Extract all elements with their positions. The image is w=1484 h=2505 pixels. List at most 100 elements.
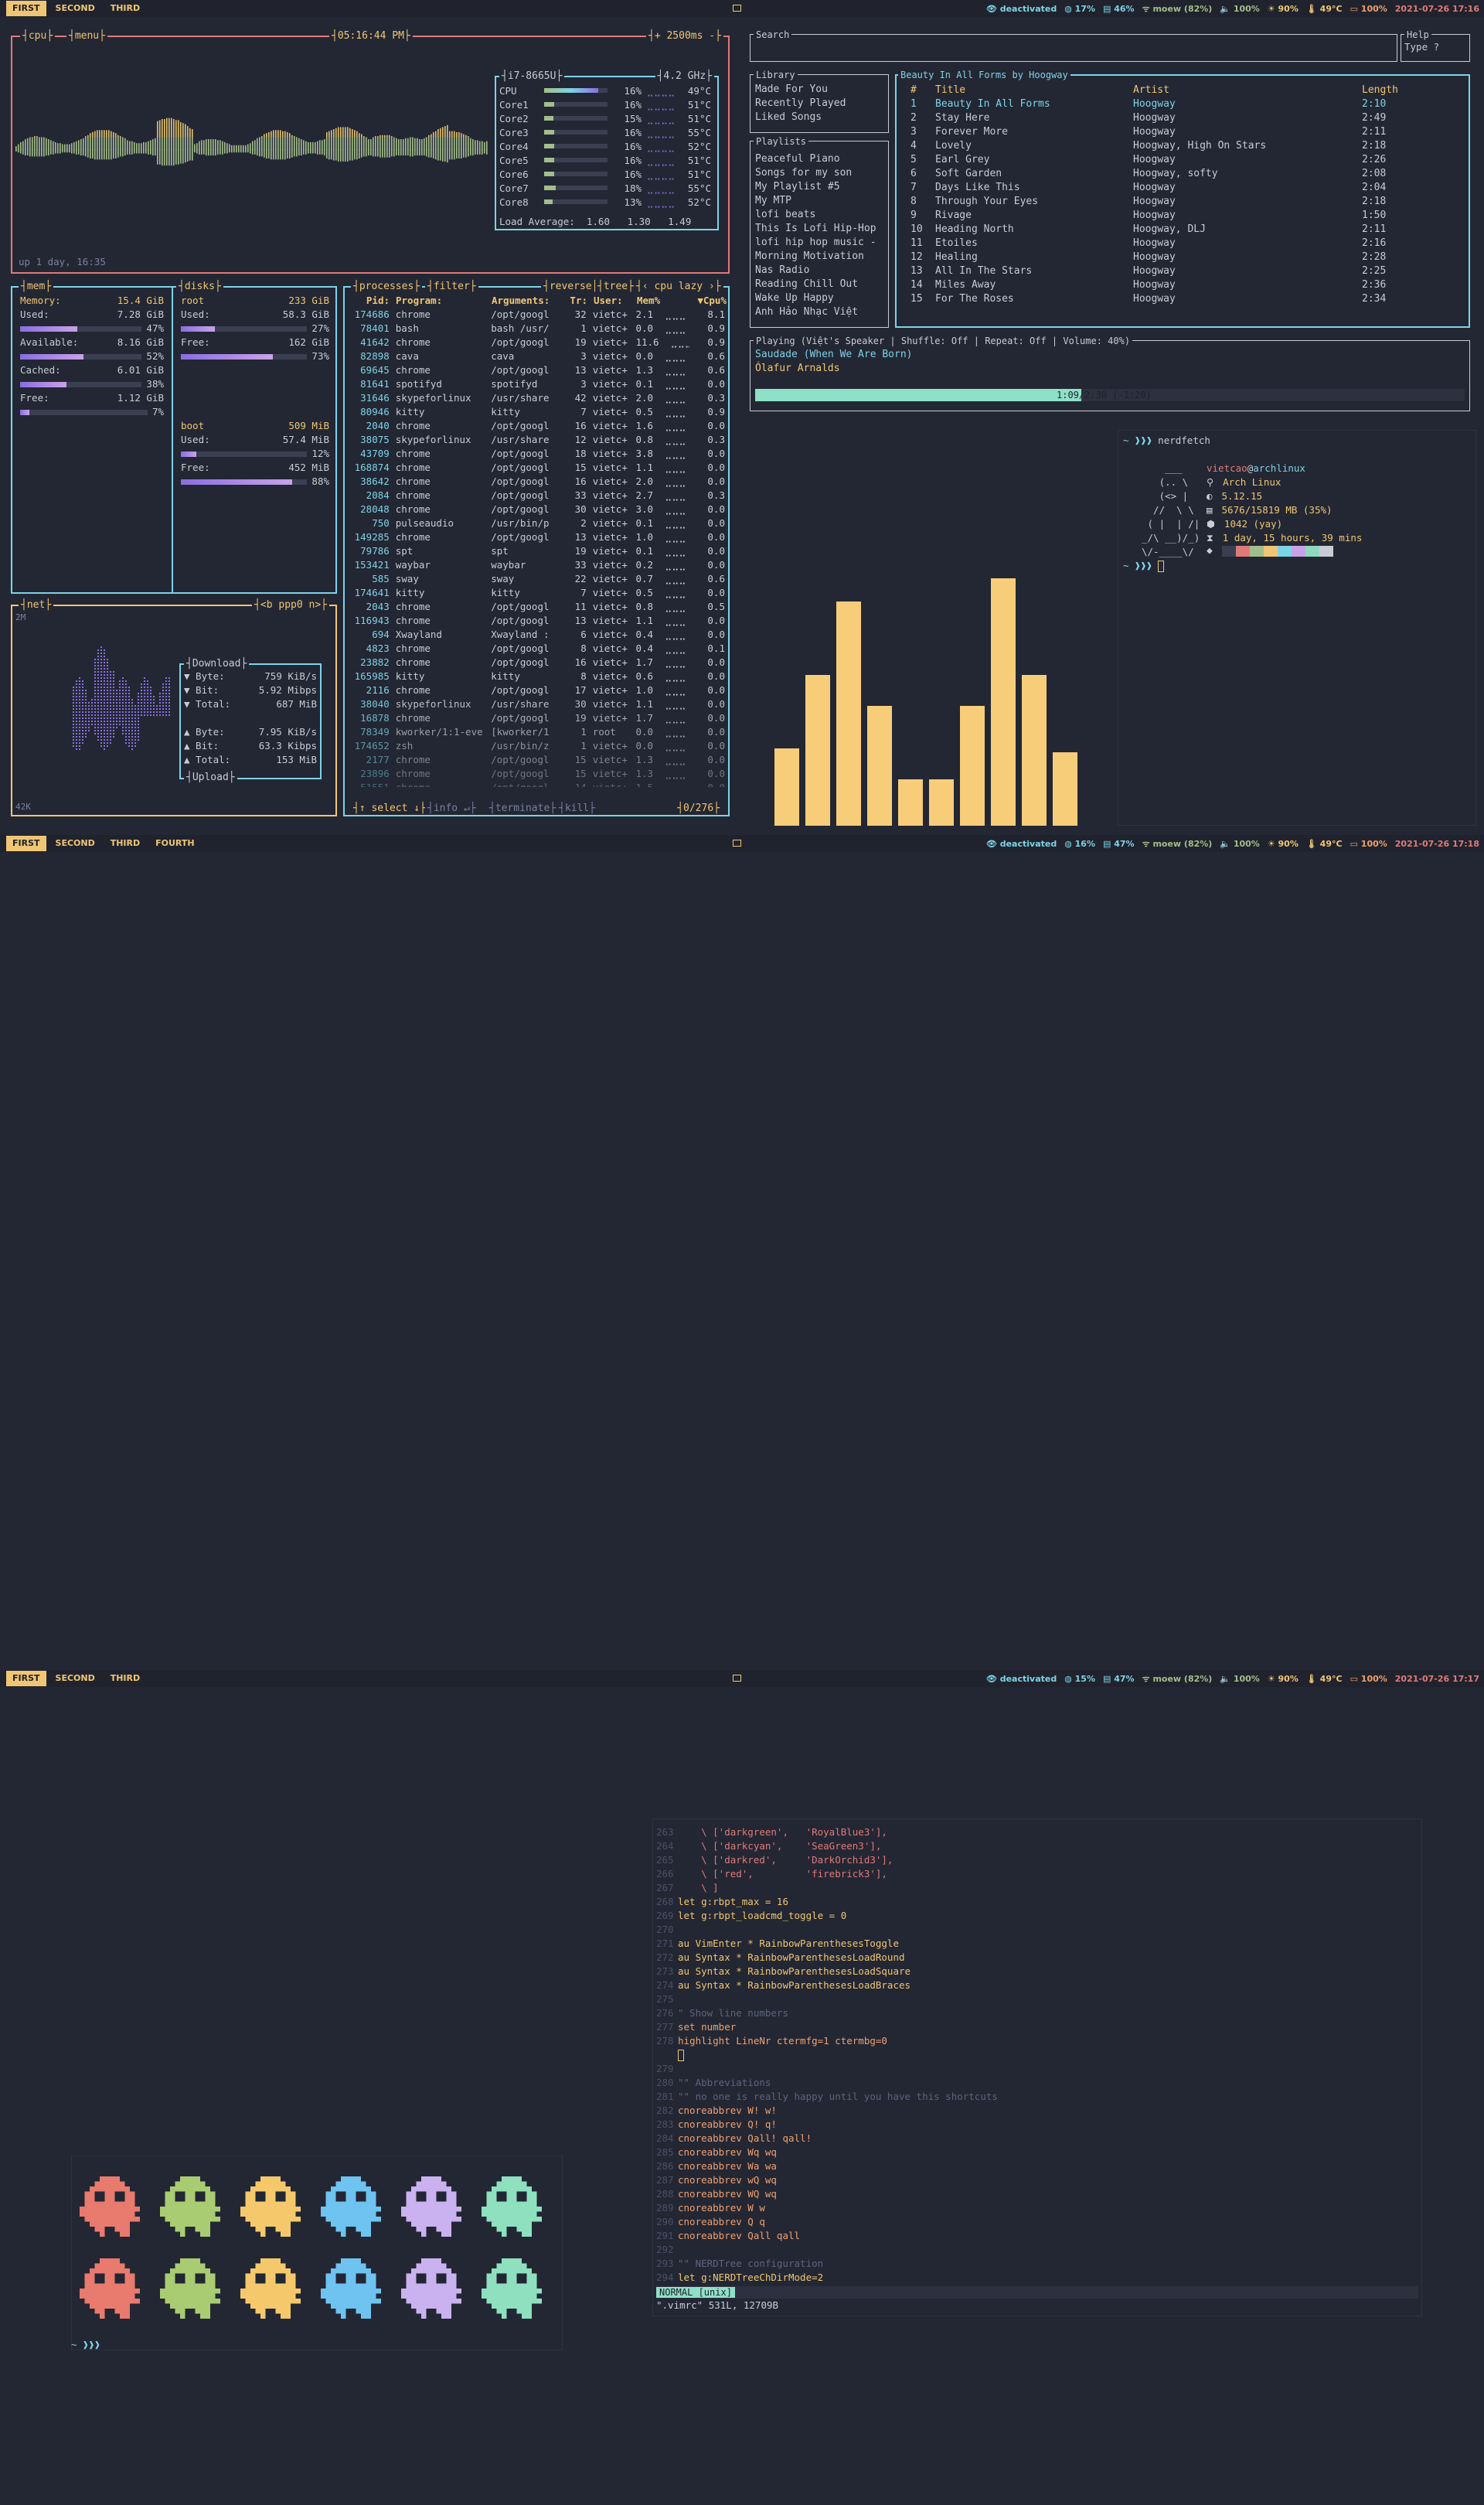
cpu-graph-dot bbox=[419, 154, 420, 156]
vpn-status[interactable]: 👁 deactivated bbox=[986, 1674, 1057, 1684]
net-graph-dot bbox=[107, 680, 108, 682]
volume-status[interactable]: 🔈 100% bbox=[1220, 1674, 1260, 1684]
net-graph-dot bbox=[107, 739, 108, 741]
net-graph-dot bbox=[104, 687, 105, 688]
cpu-graph-dot bbox=[15, 150, 17, 152]
cpu-graph-dot bbox=[396, 154, 397, 156]
wifi-status[interactable]: ᯤ moew (82%) bbox=[1142, 838, 1213, 850]
cpu-graph-dot bbox=[275, 158, 277, 160]
disk-boot-free-value: 452 MiB bbox=[288, 462, 329, 473]
disk-boot-free-pct: 88% bbox=[311, 475, 329, 487]
cpu-graph-dot bbox=[115, 157, 117, 158]
vpn-status[interactable]: 👁 deactivated bbox=[986, 4, 1057, 14]
mem-value: 1.12 GiB bbox=[117, 392, 164, 404]
mem-row: Memory: 15.4 GiB bbox=[20, 294, 164, 308]
volume-status[interactable]: 🔈 100% bbox=[1220, 839, 1260, 849]
cpu-graph-dot bbox=[417, 154, 418, 156]
net-graph-dot bbox=[76, 690, 77, 691]
net-graph-dot bbox=[97, 727, 99, 728]
core-name: Core6 bbox=[499, 168, 529, 180]
workspace-first[interactable]: FIRST bbox=[6, 1671, 46, 1686]
net-graph-dot bbox=[107, 671, 108, 673]
net-graph-dot bbox=[110, 702, 111, 704]
net-graph-dot bbox=[107, 665, 108, 666]
brightness-status[interactable]: ☀ 90% bbox=[1268, 4, 1298, 14]
core-bar-fill bbox=[544, 116, 554, 121]
menu-label[interactable]: ┤menu├ bbox=[66, 30, 107, 43]
net-graph-dot bbox=[79, 699, 80, 700]
net-graph-dot bbox=[113, 702, 114, 704]
workspace-second[interactable]: SECOND bbox=[49, 836, 101, 851]
core-row: Core4 16% ⣀⣀⣀⣀ 52°C bbox=[499, 139, 716, 153]
volume-status[interactable]: 🔈 100% bbox=[1220, 4, 1260, 14]
bar-fill bbox=[181, 451, 196, 457]
cpu-graph-dot bbox=[122, 137, 124, 138]
net-graph-dot bbox=[113, 711, 114, 713]
core-temp-graph: ⣀⣀⣀⣀ bbox=[646, 98, 676, 111]
interval-label[interactable]: ┤+ 2500ms -├ bbox=[646, 30, 723, 43]
vpn-status[interactable]: 👁 deactivated bbox=[986, 839, 1057, 849]
cpu-graph-dot bbox=[424, 154, 425, 156]
clock[interactable]: 2021-07-26 17:16 bbox=[1395, 4, 1479, 14]
cpu-graph-dot bbox=[412, 155, 414, 157]
net-graph-dot bbox=[119, 696, 121, 697]
net-graph-dot bbox=[82, 727, 83, 728]
net-graph-dot bbox=[107, 742, 108, 744]
cpu-graph-dot bbox=[210, 139, 212, 141]
cpu-graph-dot bbox=[152, 139, 154, 141]
cpu-graph-dot bbox=[370, 139, 372, 141]
cpu-graph-dot bbox=[419, 139, 420, 141]
net-graph-dot bbox=[79, 711, 80, 713]
net-graph-dot bbox=[100, 649, 102, 651]
cpu-graph-dot bbox=[164, 119, 165, 121]
bar-fill bbox=[20, 353, 83, 360]
workspace-fourth[interactable]: FOURTH bbox=[149, 836, 200, 851]
clock[interactable]: 2021-07-26 17:17 bbox=[1395, 1674, 1479, 1684]
cpu-text: 15% bbox=[1074, 1673, 1095, 1684]
clock[interactable]: 2021-07-26 17:18 bbox=[1395, 839, 1479, 849]
cpu-graph-dot bbox=[108, 158, 110, 160]
wifi-status[interactable]: ᯤ moew (82%) bbox=[1142, 3, 1213, 15]
clock-label: ┤05:16:44 PM├ bbox=[329, 30, 413, 43]
core-pct: 13% bbox=[624, 196, 642, 208]
wifi-status[interactable]: ᯤ moew (82%) bbox=[1142, 1673, 1213, 1685]
workspace-third[interactable]: THIRD bbox=[104, 1671, 146, 1686]
workspace-third[interactable]: THIRD bbox=[104, 1, 146, 16]
cpu-graph-dot bbox=[479, 153, 481, 155]
net-graph-dot bbox=[113, 714, 114, 716]
mem-status: ▤ 47% bbox=[1103, 838, 1135, 849]
cpu-graph-dot bbox=[208, 154, 209, 156]
workspace-first[interactable]: FIRST bbox=[6, 1, 46, 16]
bar-fill bbox=[181, 479, 292, 485]
cpu-graph-dot bbox=[131, 141, 133, 143]
core-row: Core8 13% ⣀⣀⣀⣀ 52°C bbox=[499, 195, 716, 209]
brightness-status[interactable]: ☀ 90% bbox=[1268, 1674, 1298, 1684]
net-graph-dot bbox=[79, 736, 80, 738]
temp-status: 🌡 49°C bbox=[1305, 838, 1343, 849]
workspace-second[interactable]: SECOND bbox=[49, 1, 101, 16]
net-iface[interactable]: ┤<b ppp0 n>├ bbox=[252, 599, 329, 612]
cpu-graph-dot bbox=[64, 151, 66, 153]
disk-boot-size: 509 MiB bbox=[288, 420, 329, 431]
cpu-graph-dot bbox=[66, 144, 68, 146]
workspace-third[interactable]: THIRD bbox=[104, 836, 146, 851]
net-graph-dot bbox=[85, 724, 87, 725]
cpu-graph-dot bbox=[326, 131, 328, 134]
cpu-graph-dot bbox=[319, 153, 321, 155]
net-graph-dot bbox=[88, 702, 90, 704]
cpu-graph-dot bbox=[18, 144, 19, 146]
net-graph-dot bbox=[122, 708, 124, 710]
net-graph-dot bbox=[107, 674, 108, 676]
net-graph-dot bbox=[85, 721, 87, 722]
brightness-status[interactable]: ☀ 90% bbox=[1268, 839, 1298, 849]
cpu-graph-dot bbox=[305, 141, 307, 143]
cpu-graph-dot bbox=[342, 127, 344, 128]
cpu-graph bbox=[15, 118, 488, 166]
workspace-first[interactable]: FIRST bbox=[6, 836, 46, 851]
net-graph-dot bbox=[73, 727, 74, 728]
net-graph-dot bbox=[76, 705, 77, 707]
cpu-graph-dot bbox=[475, 153, 476, 155]
net-graph-dot bbox=[97, 693, 99, 694]
workspace-second[interactable]: SECOND bbox=[49, 1671, 101, 1686]
net-graph-dot bbox=[88, 721, 90, 722]
